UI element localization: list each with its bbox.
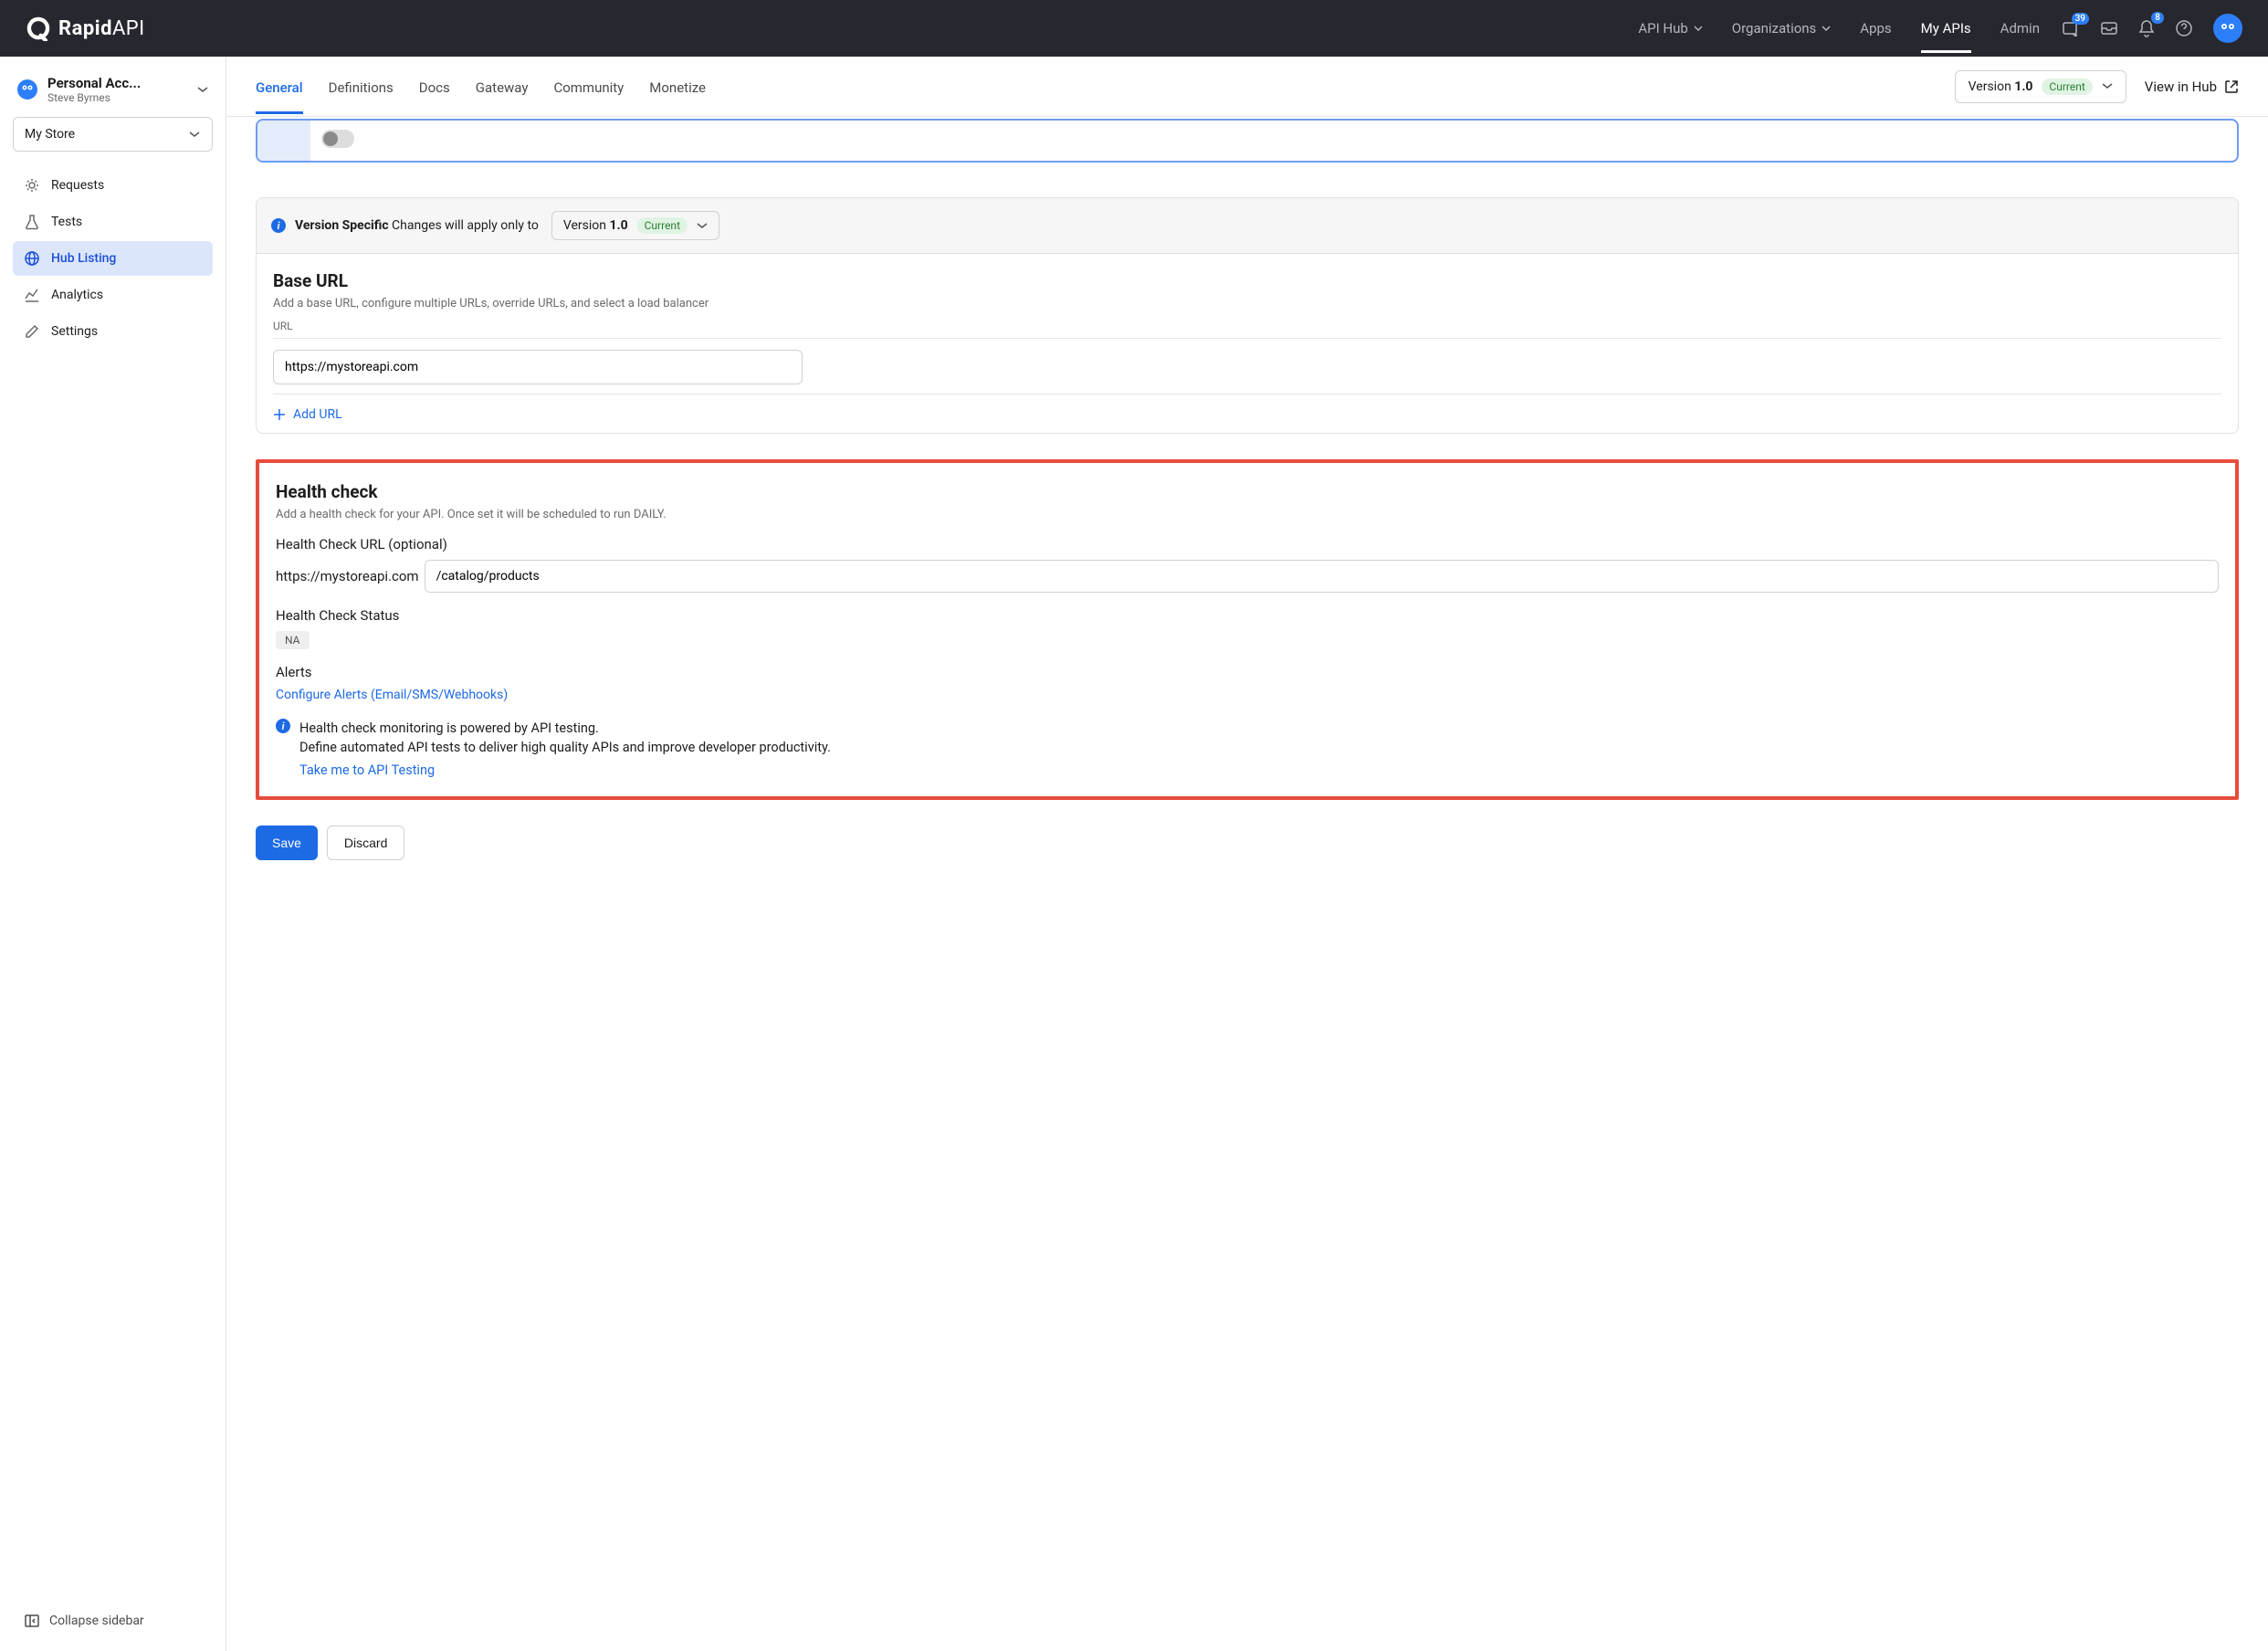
save-button[interactable]: Save — [256, 826, 318, 860]
inbox-icon[interactable] — [2100, 21, 2118, 36]
nav-menu: API Hub Organizations Apps My APIs Admin — [1638, 4, 2040, 53]
brand-name: Rapid — [58, 17, 112, 40]
collapse-icon — [24, 1613, 40, 1629]
sidebar-item-hub-listing[interactable]: Hub Listing — [13, 241, 213, 276]
sidebar-item-tests[interactable]: Tests — [13, 205, 213, 239]
store-selector[interactable]: My Store — [13, 117, 213, 152]
help-icon[interactable] — [2175, 19, 2193, 37]
logo-icon — [26, 16, 51, 41]
sidebar-label: Hub Listing — [51, 251, 116, 266]
store-name: My Store — [25, 127, 75, 142]
sidebar-label: Tests — [51, 215, 82, 229]
info-icon: i — [276, 719, 290, 733]
tab-community[interactable]: Community — [553, 59, 624, 114]
status-badge: Current — [637, 217, 688, 234]
notifications-badge: 39 — [2072, 13, 2089, 25]
sidebar-item-analytics[interactable]: Analytics — [13, 278, 213, 312]
bell-badge: 8 — [2151, 12, 2164, 24]
requests-icon — [24, 177, 40, 194]
tab-gateway[interactable]: Gateway — [476, 59, 529, 114]
health-url-input[interactable] — [425, 560, 2219, 593]
sidebar-label: Requests — [51, 178, 104, 193]
base-url-heading: Base URL — [273, 270, 2221, 291]
view-in-hub[interactable]: View in Hub — [2145, 79, 2239, 95]
top-nav: RapidAPI API Hub Organizations Apps My A… — [0, 0, 2268, 57]
tab-bar: General Definitions Docs Gateway Communi… — [226, 57, 2268, 117]
chevron-down-icon — [188, 131, 201, 138]
sidebar-label: Settings — [51, 324, 98, 339]
nav-organizations[interactable]: Organizations — [1732, 4, 1832, 53]
chevron-down-icon — [2102, 83, 2113, 89]
notifications-icon[interactable]: 39 — [2062, 20, 2080, 37]
collapse-label: Collapse sidebar — [49, 1614, 144, 1628]
configure-alerts-link[interactable]: Configure Alerts (Email/SMS/Webhooks) — [276, 688, 508, 702]
banner-text: Version Specific Changes will apply only… — [295, 218, 539, 233]
account-subtitle: Steve Byrnes — [47, 91, 187, 104]
alerts-label: Alerts — [276, 664, 2219, 680]
health-desc: Add a health check for your API. Once se… — [276, 508, 2219, 521]
toggle-card-accent — [257, 121, 310, 161]
tab-general[interactable]: General — [256, 59, 303, 114]
chevron-down-icon — [697, 223, 708, 229]
external-link-icon — [2224, 79, 2239, 94]
content-area: i Version Specific Changes will apply on… — [226, 117, 2268, 1651]
nav-my-apis[interactable]: My APIs — [1921, 4, 1971, 53]
tab-monetize[interactable]: Monetize — [649, 59, 706, 114]
sidebar-item-requests[interactable]: Requests — [13, 168, 213, 203]
tab-definitions[interactable]: Definitions — [329, 59, 394, 114]
health-status-chip: NA — [276, 631, 310, 649]
nav-apps[interactable]: Apps — [1860, 4, 1891, 53]
plus-icon — [273, 408, 286, 421]
health-heading: Health check — [276, 481, 2219, 502]
account-title: Personal Acc... — [47, 75, 157, 91]
add-url-button[interactable]: Add URL — [273, 407, 2221, 422]
globe-icon — [24, 250, 40, 267]
avatar[interactable] — [2213, 14, 2242, 43]
nav-admin[interactable]: Admin — [2000, 4, 2040, 53]
chevron-down-icon — [1694, 26, 1703, 31]
info-icon: i — [271, 218, 286, 233]
base-url-desc: Add a base URL, configure multiple URLs,… — [273, 297, 2221, 310]
account-icon — [16, 79, 38, 100]
base-url-input[interactable] — [273, 350, 803, 384]
version-selector[interactable]: Version 1.0 Current — [1955, 70, 2126, 103]
version-card: i Version Specific Changes will apply on… — [256, 197, 2239, 434]
brand-logo[interactable]: RapidAPI — [26, 16, 145, 41]
toggle-switch[interactable] — [321, 130, 354, 148]
brand-suffix: API — [112, 17, 145, 40]
sidebar-item-settings[interactable]: Settings — [13, 314, 213, 349]
tests-icon — [24, 214, 40, 230]
pencil-icon — [24, 323, 40, 340]
health-check-card: Health check Add a health check for your… — [256, 459, 2239, 800]
api-testing-link[interactable]: Take me to API Testing — [299, 761, 435, 780]
health-status-label: Health Check Status — [276, 607, 2219, 624]
account-switcher[interactable]: Personal Acc... Steve Byrnes — [13, 69, 213, 117]
main: General Definitions Docs Gateway Communi… — [226, 57, 2268, 1651]
chevron-down-icon — [196, 86, 209, 93]
bell-icon[interactable]: 8 — [2138, 19, 2155, 37]
chevron-down-icon — [1822, 26, 1831, 31]
discard-button[interactable]: Discard — [327, 826, 404, 860]
analytics-icon — [24, 287, 40, 303]
health-url-prefix: https://mystoreapi.com — [276, 568, 419, 584]
status-badge: Current — [2042, 79, 2092, 95]
health-info-text: Health check monitoring is powered by AP… — [299, 719, 831, 780]
url-label: URL — [273, 320, 2221, 332]
nav-api-hub[interactable]: API Hub — [1638, 4, 1702, 53]
mini-version-selector[interactable]: Version 1.0 Current — [551, 211, 719, 240]
tab-docs[interactable]: Docs — [419, 59, 450, 114]
sidebar-label: Analytics — [51, 288, 103, 302]
health-url-label: Health Check URL (optional) — [276, 536, 2219, 552]
toggle-card — [256, 119, 2239, 163]
sidebar: Personal Acc... Steve Byrnes My Store Re… — [0, 57, 226, 1651]
collapse-sidebar[interactable]: Collapse sidebar — [13, 1604, 213, 1638]
